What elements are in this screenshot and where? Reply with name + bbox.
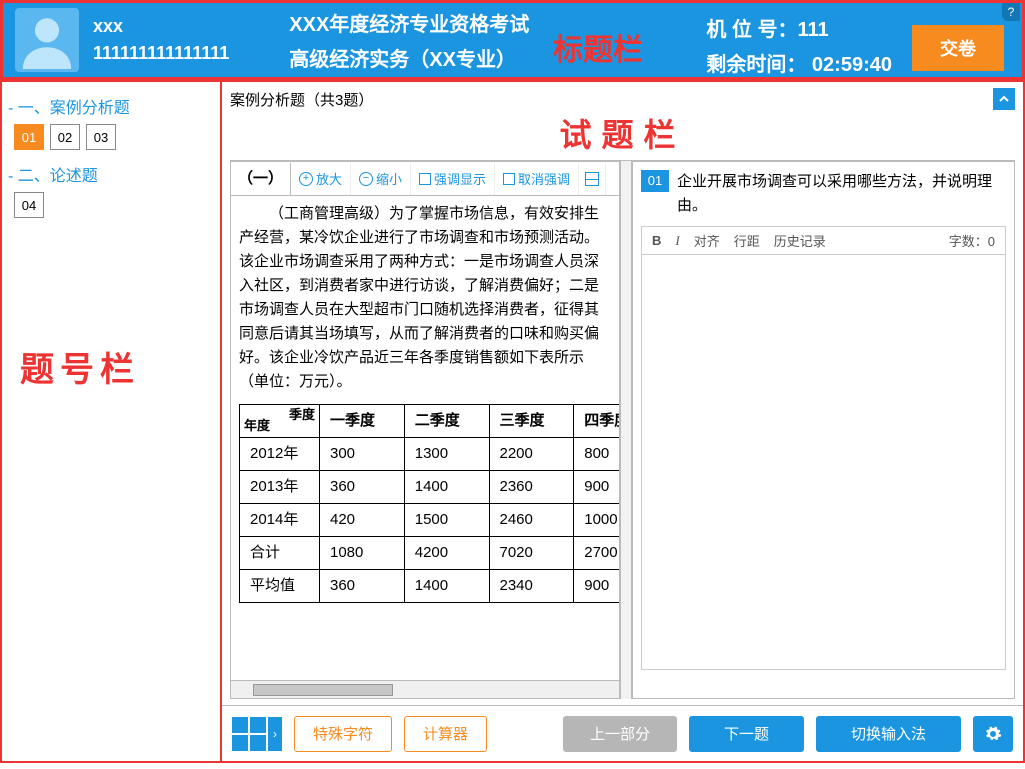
plus-icon: + bbox=[299, 172, 313, 186]
next-question-button[interactable]: 下一题 bbox=[689, 716, 804, 752]
footer-toolbar: › 特殊字符 计算器 上一部分 下一题 切换输入法 bbox=[222, 705, 1023, 761]
bold-button[interactable]: B bbox=[652, 233, 661, 248]
section-1-title[interactable]: 一、案例分析题 bbox=[8, 94, 214, 118]
section-header: 案例分析题（共3题） bbox=[230, 89, 993, 110]
user-id: 111111111111111 bbox=[93, 43, 229, 64]
overlay-sidebar-label: 题号栏 bbox=[20, 342, 140, 391]
overlay-title-label: 标题栏 bbox=[553, 25, 643, 69]
section-2-title[interactable]: 二、论述题 bbox=[8, 162, 214, 186]
question-number-panel: 一、案例分析题 01 02 03 二、论述题 04 题号栏 bbox=[0, 80, 222, 763]
answer-pane: 01 企业开展市场调查可以采用哪些方法，并说明理由。 B I 对齐 行距 历史记… bbox=[632, 161, 1015, 699]
question-btn-01[interactable]: 01 bbox=[14, 124, 44, 150]
grid-icon bbox=[232, 717, 266, 751]
ime-button[interactable]: 切换输入法 bbox=[816, 716, 961, 752]
split-icon bbox=[585, 172, 599, 186]
zoom-out-button[interactable]: −缩小 bbox=[351, 163, 411, 195]
data-table: 季度年度 一季度 二季度 三季度 四季度 2012年30013002200800… bbox=[239, 404, 619, 603]
unhighlight-icon bbox=[503, 173, 515, 185]
word-count-label: 字数：0 bbox=[949, 231, 995, 250]
time-remaining: 剩余时间： 02:59:40 bbox=[706, 48, 892, 77]
highlight-icon bbox=[419, 173, 431, 185]
title-bar: xxx 111111111111111 XXX年度经济专业资格考试 高级经济实务… bbox=[0, 0, 1025, 80]
user-info: xxx 111111111111111 bbox=[93, 16, 229, 64]
split-view-button[interactable] bbox=[579, 163, 606, 195]
chevron-up-icon bbox=[998, 93, 1010, 105]
prev-section-button[interactable]: 上一部分 bbox=[563, 716, 677, 752]
help-icon[interactable]: ? bbox=[1002, 3, 1020, 21]
username: xxx bbox=[93, 16, 229, 37]
question-btn-04[interactable]: 04 bbox=[14, 192, 44, 218]
italic-button[interactable]: I bbox=[675, 233, 679, 249]
question-panel: 案例分析题（共3题） 试题栏 （一） +放大 −缩小 强调显示 取消强调 （工商… bbox=[222, 80, 1025, 763]
passage-tab[interactable]: （一） bbox=[231, 163, 291, 195]
history-button[interactable]: 历史记录 bbox=[774, 231, 826, 250]
passage-pane: （一） +放大 −缩小 强调显示 取消强调 （工商管理高级）为了掌握市场信息，有… bbox=[230, 161, 620, 699]
minus-icon: − bbox=[359, 172, 373, 186]
submit-button[interactable]: 交卷 bbox=[912, 25, 1004, 71]
question-text: 企业开展市场调查可以采用哪些方法，并说明理由。 bbox=[677, 170, 1006, 218]
exam-title-1: XXX年度经济专业资格考试 bbox=[289, 8, 529, 37]
seat-time: 机 位 号：111 剩余时间： 02:59:40 bbox=[706, 13, 892, 77]
chevron-right-icon: › bbox=[268, 717, 282, 751]
table-row: 2014年420150024601000 bbox=[240, 504, 620, 537]
answer-scrollbar[interactable] bbox=[641, 678, 1006, 694]
unhighlight-button[interactable]: 取消强调 bbox=[495, 163, 579, 195]
passage-toolbar: （一） +放大 −缩小 强调显示 取消强调 bbox=[231, 162, 619, 196]
passage-body[interactable]: （工商管理高级）为了掌握市场信息，有效安排生产经营，某冷饮企业进行了市场调查和市… bbox=[231, 196, 619, 680]
lineheight-button[interactable]: 行距 bbox=[734, 231, 760, 250]
settings-button[interactable] bbox=[973, 716, 1013, 752]
passage-text: （工商管理高级）为了掌握市场信息，有效安排生产经营，某冷饮企业进行了市场调查和市… bbox=[239, 202, 611, 394]
table-row: 2013年36014002360900 bbox=[240, 471, 620, 504]
exam-info: XXX年度经济专业资格考试 高级经济实务（XX专业） bbox=[289, 8, 529, 72]
passage-scrollbar[interactable] bbox=[231, 680, 619, 698]
pane-divider[interactable] bbox=[620, 161, 632, 699]
table-corner: 季度年度 bbox=[240, 405, 320, 438]
exam-title-2: 高级经济实务（XX专业） bbox=[289, 43, 529, 72]
align-button[interactable]: 对齐 bbox=[694, 231, 720, 250]
user-icon bbox=[18, 11, 76, 69]
table-row: 平均值36014002340900 bbox=[240, 570, 620, 603]
question-btn-02[interactable]: 02 bbox=[50, 124, 80, 150]
seat-number: 机 位 号：111 bbox=[706, 13, 892, 42]
collapse-button[interactable] bbox=[993, 88, 1015, 110]
highlight-button[interactable]: 强调显示 bbox=[411, 163, 495, 195]
gear-icon bbox=[984, 725, 1002, 743]
special-chars-button[interactable]: 特殊字符 bbox=[294, 716, 392, 752]
answer-editor[interactable] bbox=[641, 255, 1006, 670]
zoom-in-button[interactable]: +放大 bbox=[291, 163, 351, 195]
question-btn-03[interactable]: 03 bbox=[86, 124, 116, 150]
avatar bbox=[15, 8, 79, 72]
question-number-badge: 01 bbox=[641, 170, 669, 192]
calculator-button[interactable]: 计算器 bbox=[404, 716, 487, 752]
table-row: 合计1080420070202700 bbox=[240, 537, 620, 570]
editor-toolbar: B I 对齐 行距 历史记录 字数：0 bbox=[641, 226, 1006, 255]
panel-toggle-button[interactable]: › bbox=[232, 717, 282, 751]
table-row: 2012年30013002200800 bbox=[240, 438, 620, 471]
overlay-content-label: 试题栏 bbox=[222, 110, 1023, 156]
